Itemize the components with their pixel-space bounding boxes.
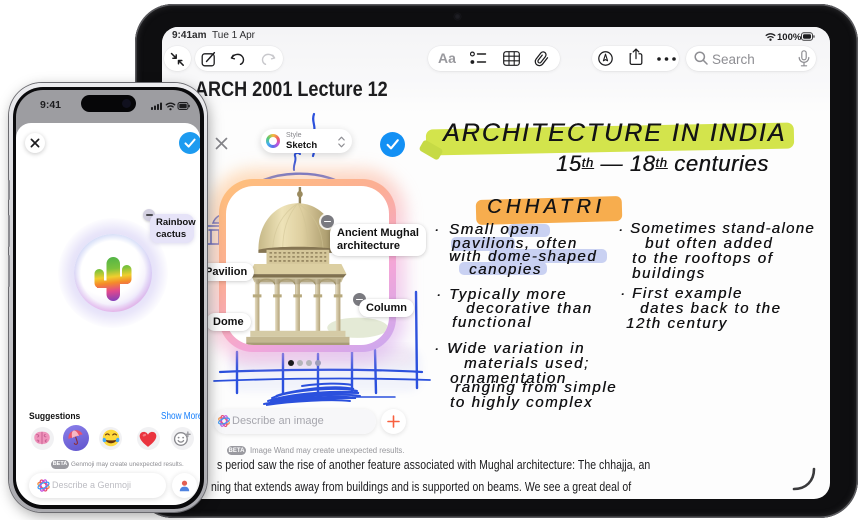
svg-text:100%: 100% [777,32,802,42]
